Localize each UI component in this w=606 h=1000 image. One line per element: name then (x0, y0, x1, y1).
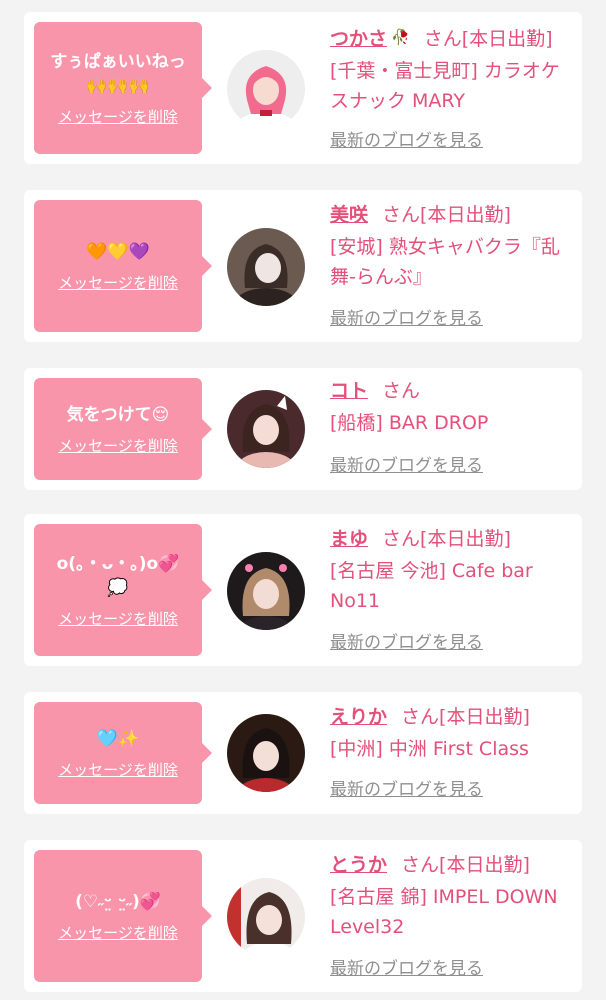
message-text-line2: 🙌🙌🙌 (86, 76, 150, 96)
message-text: 🧡💛💜 (86, 242, 150, 262)
message-bubble: 🩵✨ メッセージを削除 (34, 702, 212, 804)
rose-icon: 🥀 (391, 28, 410, 46)
message-text: 🩵✨ (96, 729, 140, 749)
portrait-icon (227, 228, 305, 306)
list-item: o(｡・ᴗ・｡)o💞 💭 メッセージを削除 まゆ さん[本日出勤] [名古屋 今池… (24, 514, 582, 666)
message-text: すぅぱぁいいねっ (50, 52, 186, 72)
message-bubble: すぅぱぁいいねっ 🙌🙌🙌 メッセージを削除 (34, 22, 212, 154)
delete-message-link[interactable]: メッセージを削除 (58, 274, 178, 292)
entry-info: とうか さん[本日出勤] [名古屋 錦] IMPEL DOWN Level32 (330, 852, 574, 942)
avatar[interactable] (227, 228, 305, 306)
honorific: さん (423, 28, 462, 50)
entry-info: つかさ 🥀 さん[本日出勤] [千葉・富士見町] カラオケスナック MARY (330, 24, 574, 116)
list-item: 🩵✨ メッセージを削除 えりか さん[本日出勤] [中洲] 中洲 First Cl… (24, 692, 582, 814)
portrait-icon (227, 878, 305, 956)
latest-blog-link[interactable]: 最新のブログを見る (330, 131, 483, 151)
delete-message-link[interactable]: メッセージを削除 (58, 108, 178, 126)
message-bubble: 気をつけて😌 メッセージを削除 (34, 378, 212, 480)
honorific: さん (401, 854, 440, 876)
list-item: 🧡💛💜 メッセージを削除 美咲 さん[本日出勤] [安城] 熟女キャバクラ『乱舞-… (24, 190, 582, 342)
name-line: つかさ 🥀 さん[本日出勤] (330, 24, 574, 52)
delete-message-link[interactable]: メッセージを削除 (58, 437, 178, 455)
name-line: えりか さん[本日出勤] (330, 704, 574, 730)
status-badge: [本日出勤] (420, 528, 511, 550)
latest-blog-link[interactable]: 最新のブログを見る (330, 633, 483, 653)
honorific: さん (401, 706, 440, 728)
avatar[interactable] (227, 878, 305, 956)
honorific: さん (382, 204, 421, 226)
entry-info: まゆ さん[本日出勤] [名古屋 今池] Cafe bar No11 (330, 526, 574, 616)
list-item: すぅぱぁいいねっ 🙌🙌🙌 メッセージを削除 つかさ 🥀 さん[本日出勤] [千葉・富… (24, 12, 582, 164)
list-item: 気をつけて😌 メッセージを削除 コト さん [船橋] BAR DROP 最新のブロ… (24, 368, 582, 490)
avatar[interactable] (227, 390, 305, 468)
honorific: さん (382, 528, 421, 550)
name-line: コト さん (330, 378, 574, 404)
honorific: さん (382, 380, 421, 402)
message-bubble: 🧡💛💜 メッセージを削除 (34, 200, 212, 332)
message-text-line2: 💭 (107, 578, 129, 598)
message-list: すぅぱぁいいねっ 🙌🙌🙌 メッセージを削除 つかさ 🥀 さん[本日出勤] [千葉・富… (0, 0, 606, 1000)
portrait-icon (227, 390, 305, 468)
cast-name-link[interactable]: 美咲 (330, 204, 368, 226)
cast-name-link[interactable]: つかさ (330, 28, 387, 50)
shop-name: [船橋] BAR DROP (330, 412, 489, 434)
entry-info: えりか さん[本日出勤] [中洲] 中洲 First Class (330, 704, 574, 764)
portrait-pink-hair-icon (227, 50, 305, 128)
message-text: (♡˶ᵕ̤ ᵕ̤˶)💞 (75, 892, 161, 912)
cast-name-link[interactable]: コト (330, 380, 368, 402)
avatar[interactable] (227, 714, 305, 792)
cast-name-link[interactable]: まゆ (330, 528, 368, 550)
portrait-icon (227, 552, 305, 630)
latest-blog-link[interactable]: 最新のブログを見る (330, 309, 483, 329)
entry-info: 美咲 さん[本日出勤] [安城] 熟女キャバクラ『乱舞-らんぶ』 (330, 202, 574, 292)
latest-blog-link[interactable]: 最新のブログを見る (330, 959, 483, 979)
name-line: 美咲 さん[本日出勤] (330, 202, 574, 228)
delete-message-link[interactable]: メッセージを削除 (58, 924, 178, 942)
portrait-icon (227, 714, 305, 792)
shop-name: [千葉・富士見町] カラオケスナック MARY (330, 60, 560, 112)
status-badge: [本日出勤] (439, 706, 530, 728)
status-badge: [本日出勤] (461, 28, 553, 50)
avatar[interactable] (227, 50, 305, 128)
status-badge: [本日出勤] (420, 204, 511, 226)
shop-name: [安城] 熟女キャバクラ『乱舞-らんぶ』 (330, 236, 560, 288)
delete-message-link[interactable]: メッセージを削除 (58, 761, 178, 779)
message-bubble: (♡˶ᵕ̤ ᵕ̤˶)💞 メッセージを削除 (34, 850, 212, 982)
entry-info: コト さん [船橋] BAR DROP (330, 378, 574, 438)
message-bubble: o(｡・ᴗ・｡)o💞 💭 メッセージを削除 (34, 524, 212, 656)
name-line: まゆ さん[本日出勤] (330, 526, 574, 552)
shop-name: [中洲] 中洲 First Class (330, 738, 529, 760)
cast-name-link[interactable]: とうか (330, 854, 387, 876)
cast-name-link[interactable]: えりか (330, 706, 387, 728)
delete-message-link[interactable]: メッセージを削除 (58, 610, 178, 628)
latest-blog-link[interactable]: 最新のブログを見る (330, 456, 483, 476)
shop-name: [名古屋 今池] Cafe bar No11 (330, 560, 533, 612)
status-badge: [本日出勤] (439, 854, 530, 876)
list-item: (♡˶ᵕ̤ ᵕ̤˶)💞 メッセージを削除 とうか さん[本日出勤] [名古屋 錦]… (24, 840, 582, 992)
shop-name: [名古屋 錦] IMPEL DOWN Level32 (330, 886, 558, 938)
message-text: 気をつけて😌 (66, 405, 170, 425)
name-line: とうか さん[本日出勤] (330, 852, 574, 878)
avatar[interactable] (227, 552, 305, 630)
message-text: o(｡・ᴗ・｡)o💞 (56, 554, 180, 574)
latest-blog-link[interactable]: 最新のブログを見る (330, 780, 483, 800)
